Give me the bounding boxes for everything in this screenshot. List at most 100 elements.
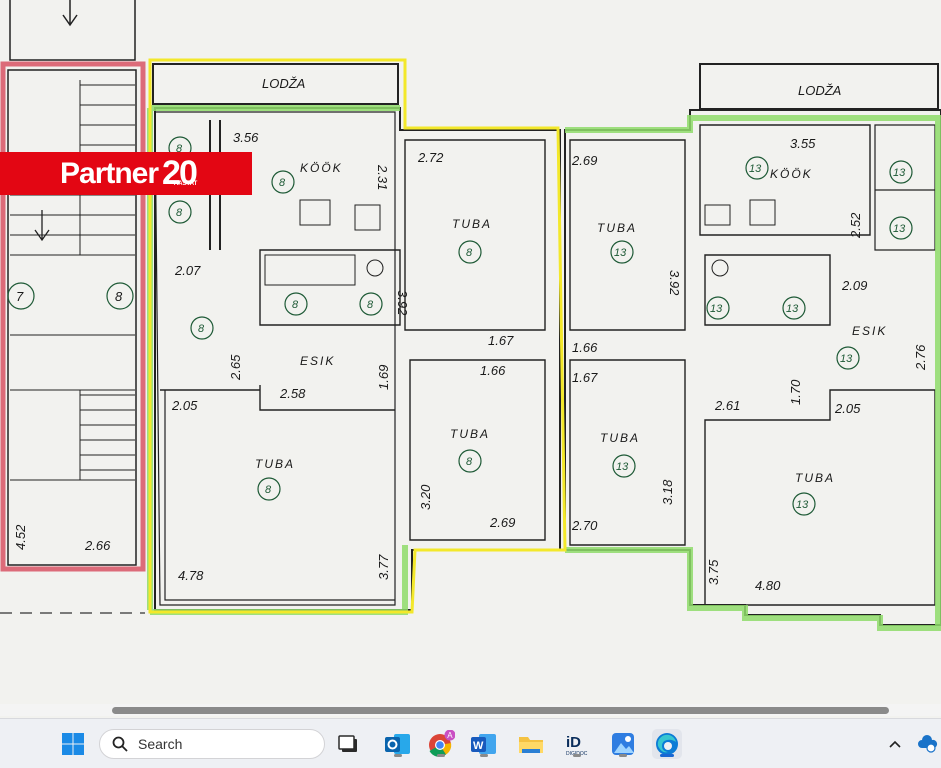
- hall-label-left: ESIK: [300, 354, 335, 368]
- unit-marker: 8: [279, 177, 286, 189]
- unit-marker: 13: [893, 223, 906, 235]
- digidoc-button[interactable]: iD DIGIDOC: [562, 729, 592, 759]
- dimension-label: 1.66: [480, 363, 506, 378]
- dimension-label: 2.65: [228, 354, 243, 381]
- stairwell-left: [0, 61, 146, 572]
- dimension-label: 2.58: [279, 386, 306, 401]
- running-indicator: [394, 754, 402, 757]
- search-box[interactable]: Search: [99, 729, 325, 759]
- room-label-5: TUBA: [255, 457, 295, 471]
- dimension-label: 1.67: [488, 333, 514, 348]
- horizontal-scrollbar[interactable]: [0, 704, 941, 716]
- dimension-label: 2.05: [834, 401, 861, 416]
- dimension-label: 2.07: [174, 263, 201, 278]
- running-indicator: [437, 754, 445, 757]
- unit-marker: 13: [796, 499, 809, 511]
- unit-marker: 8: [265, 484, 272, 496]
- unit-marker: 13: [710, 303, 723, 315]
- svg-text:W: W: [473, 740, 484, 752]
- search-icon: [112, 736, 128, 752]
- dimension-label: 2.70: [571, 518, 598, 533]
- dimension-label: 2.69: [571, 153, 597, 168]
- dimension-label: 2.69: [489, 515, 515, 530]
- cloud-sync-icon: [917, 735, 937, 753]
- dimension-label: 3.92: [667, 270, 682, 296]
- stair-unit-7: 7: [16, 289, 24, 304]
- edge-button[interactable]: [652, 729, 682, 759]
- logo-tag: AASTAT: [173, 180, 198, 187]
- dimension-label: 3.92: [395, 290, 410, 316]
- folder-icon: [519, 737, 543, 753]
- file-explorer-button[interactable]: [516, 729, 546, 759]
- stair-unit-8: 8: [115, 289, 123, 304]
- running-indicator: [619, 754, 627, 757]
- unit-marker: 13: [840, 353, 853, 365]
- kitchen-label-right: KÖÖK: [770, 167, 813, 181]
- taskbar: Search A W iD DIGIDOC: [0, 718, 941, 768]
- word-button[interactable]: W: [469, 729, 499, 759]
- hall-label-right: ESIK: [852, 324, 887, 338]
- unit-marker: 8: [198, 323, 205, 335]
- dimension-label: 1.67: [572, 370, 598, 385]
- dimension-label: 2.31: [375, 164, 390, 190]
- dimension-label: 2.66: [84, 538, 111, 553]
- dimension-label: 3.75: [706, 559, 721, 585]
- unit-marker: 13: [749, 163, 762, 175]
- unit-marker: 8: [466, 247, 473, 259]
- dimension-label: 4.78: [178, 568, 204, 583]
- unit-marker: 13: [786, 303, 799, 315]
- unit-marker: 13: [616, 461, 629, 473]
- dimension-label: 2.76: [913, 344, 928, 371]
- tray-cloud-button[interactable]: [912, 729, 941, 759]
- windows-icon: [62, 733, 84, 755]
- unit-marker: 8: [292, 299, 299, 311]
- chrome-profile-badge: A: [447, 731, 453, 740]
- room-label-1: TUBA: [452, 217, 492, 231]
- start-button[interactable]: [58, 729, 88, 759]
- svg-text:iD: iD: [566, 734, 581, 751]
- task-view-icon: [338, 735, 357, 752]
- dimension-label: 3.20: [418, 484, 433, 510]
- image-viewer: LODŽA LODŽA KÖÖK KÖÖK TUBA TUBA TUBA TUB…: [0, 0, 941, 718]
- photos-button[interactable]: [608, 729, 638, 759]
- loggia-label-right: LODŽA: [798, 83, 841, 98]
- dimension-label: 2.09: [841, 278, 867, 293]
- dimension-label: 3.77: [376, 554, 391, 580]
- partner-logo: Partner 20 AASTAT: [0, 152, 252, 195]
- unit-marker: 8: [466, 456, 473, 468]
- apartment-right-walls: [564, 63, 941, 626]
- running-indicator: [480, 754, 488, 757]
- logo-brand: Partner: [60, 156, 159, 190]
- dimension-label: 2.72: [417, 150, 444, 165]
- unit-marker: 13: [614, 247, 627, 259]
- task-view-button[interactable]: [334, 729, 364, 759]
- dimension-label: 3.56: [233, 130, 259, 145]
- dimension-label: 3.55: [790, 136, 816, 151]
- dimension-label: 4.80: [755, 578, 781, 593]
- unit-marker: 13: [893, 167, 906, 179]
- dimension-label: 1.66: [572, 340, 598, 355]
- chrome-button[interactable]: A: [426, 729, 456, 759]
- chevron-up-icon: [889, 740, 901, 748]
- outlook-button[interactable]: [383, 729, 413, 759]
- show-hidden-icons-button[interactable]: [882, 729, 908, 759]
- unit-marker: 8: [176, 207, 183, 219]
- running-indicator: [573, 754, 581, 757]
- dimension-label: 3.18: [660, 479, 675, 505]
- room-label-6: TUBA: [795, 471, 835, 485]
- dimension-label: 2.05: [171, 398, 198, 413]
- dimension-label: 2.52: [848, 212, 863, 239]
- logo-number: 20: [162, 154, 198, 192]
- dimension-label: 2.61: [714, 398, 740, 413]
- stair-shaft-top: [9, 0, 136, 61]
- room-label-3: TUBA: [450, 427, 490, 441]
- unit-marker: 8: [367, 299, 374, 311]
- scrollbar-thumb[interactable]: [112, 707, 889, 714]
- kitchen-label-left: KÖÖK: [300, 161, 343, 175]
- floor-plan: LODŽA LODŽA KÖÖK KÖÖK TUBA TUBA TUBA TUB…: [0, 0, 941, 631]
- active-indicator: [660, 754, 674, 757]
- room-label-2: TUBA: [597, 221, 637, 235]
- search-placeholder: Search: [138, 736, 183, 752]
- loggia-label-left: LODŽA: [262, 76, 305, 91]
- room-label-4: TUBA: [600, 431, 640, 445]
